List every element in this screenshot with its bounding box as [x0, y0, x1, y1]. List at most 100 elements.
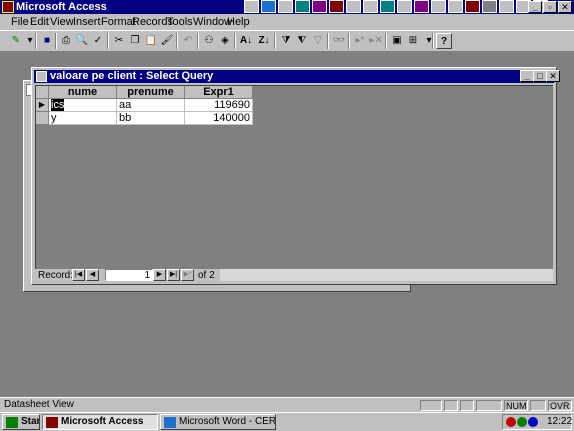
datasheet-table: nume prenume Expr1 ▶ ics aa 119690 y bb … — [36, 86, 253, 125]
cell-expr1[interactable]: 119690 — [184, 98, 253, 112]
current-record-selector[interactable]: ▶ — [36, 98, 49, 112]
first-record-button[interactable]: |◀ — [72, 269, 85, 281]
record-number-input[interactable]: 1 — [105, 269, 153, 281]
filter-by-selection-icon[interactable]: ⧩ — [278, 33, 294, 49]
shortcut-icon[interactable] — [244, 0, 259, 13]
word-shortcut-icon[interactable] — [261, 0, 276, 13]
menu-bar: File Edit View Insert Format Records Too… — [0, 14, 574, 30]
menu-tools[interactable]: Tools — [167, 16, 193, 28]
query-maximize-button[interactable]: □ — [533, 70, 547, 82]
apply-filter-icon[interactable]: ▽ — [310, 33, 326, 49]
web-toolbar-icon[interactable]: ◈ — [217, 33, 233, 49]
cell-prenume[interactable]: bb — [116, 111, 185, 125]
shortcut-icon[interactable] — [380, 0, 395, 13]
query-window[interactable]: valoare pe client : Select Query _ □ ✕ n… — [31, 67, 560, 285]
shortcut-icon[interactable] — [414, 0, 429, 13]
toolbar-separator — [234, 33, 236, 49]
shortcut-icon[interactable] — [397, 0, 412, 13]
tray-icon[interactable] — [528, 417, 538, 427]
start-button[interactable]: Start — [2, 414, 40, 430]
shortcut-icon[interactable] — [346, 0, 361, 13]
paste-icon[interactable]: 📋 — [143, 33, 159, 49]
toolbar-separator — [385, 33, 387, 49]
system-tray: 12:22 — [502, 414, 572, 430]
toolbar-separator — [35, 33, 37, 49]
save-icon[interactable]: ■ — [39, 33, 55, 49]
shortcut-icon[interactable] — [431, 0, 446, 13]
column-header-prenume[interactable]: prenume — [116, 86, 185, 99]
table-row[interactable]: y bb 140000 — [36, 111, 253, 125]
database-window-icon[interactable]: ▣ — [389, 33, 405, 49]
shortcut-icon[interactable] — [312, 0, 327, 13]
select-all-corner[interactable] — [36, 86, 49, 99]
insert-hyperlink-icon[interactable]: ⚇ — [201, 33, 217, 49]
toolbar-separator — [55, 33, 57, 49]
query-minimize-button[interactable]: _ — [520, 70, 534, 82]
new-object-dropdown-icon[interactable]: ▾ — [421, 33, 437, 49]
datasheet-grid[interactable]: nume prenume Expr1 ▶ ics aa 119690 y bb … — [35, 85, 553, 269]
table-row[interactable]: ▶ ics aa 119690 — [36, 98, 253, 112]
menu-file[interactable]: File — [11, 16, 29, 28]
tray-icon[interactable] — [517, 417, 527, 427]
new-record-button[interactable]: ▶* — [181, 269, 194, 281]
office-shortcut-bar — [244, 0, 550, 14]
cut-icon[interactable]: ✂ — [111, 33, 127, 49]
toolbar: ✎ ▾ ■ ⎙ 🔍 ✓ ✂ ❐ 📋 🖌 ↶ ⚇ ◈ A↓ Z↓ ⧩ ⧨ ▽ 👓 … — [0, 30, 574, 52]
shortcut-icon[interactable] — [363, 0, 378, 13]
menu-edit[interactable]: Edit — [30, 16, 49, 28]
total-records: 2 — [209, 270, 215, 281]
find-icon[interactable]: 👓 — [331, 33, 347, 49]
spelling-icon[interactable]: ✓ — [90, 33, 106, 49]
record-label: Record: — [38, 270, 74, 281]
copy-icon[interactable]: ❐ — [127, 33, 143, 49]
menu-insert[interactable]: Insert — [73, 16, 101, 28]
new-object-icon[interactable]: ⊞ — [405, 33, 421, 49]
sort-descending-icon[interactable]: Z↓ — [256, 33, 272, 49]
new-record-icon[interactable]: ▸* — [352, 33, 368, 49]
menu-view[interactable]: View — [50, 16, 74, 28]
record-count: of 2 — [198, 269, 215, 282]
help-icon[interactable]: ? — [436, 33, 452, 49]
shortcut-icon[interactable] — [465, 0, 480, 13]
cell-nume[interactable]: ics — [48, 98, 117, 112]
column-header-nume[interactable]: nume — [48, 86, 117, 99]
shortcut-icon[interactable] — [278, 0, 293, 13]
query-window-titlebar[interactable]: valoare pe client : Select Query _ □ ✕ — [34, 70, 560, 83]
taskbar-item-access[interactable]: Microsoft Access — [42, 414, 158, 430]
shortcut-icon[interactable] — [448, 0, 463, 13]
format-painter-icon[interactable]: 🖌 — [159, 33, 175, 49]
status-bar: Datasheet View NUM OVR — [0, 397, 574, 412]
access-app-icon[interactable] — [2, 1, 14, 13]
query-close-button[interactable]: ✕ — [546, 70, 560, 82]
cell-expr1[interactable]: 140000 — [184, 111, 253, 125]
query-icon[interactable] — [36, 71, 47, 82]
filter-by-form-icon[interactable]: ⧨ — [294, 33, 310, 49]
last-record-button[interactable]: ▶| — [167, 269, 180, 281]
shortcut-icon[interactable] — [499, 0, 514, 13]
shortcut-icon[interactable] — [482, 0, 497, 13]
menu-format[interactable]: Format — [101, 16, 136, 28]
next-record-button[interactable]: ▶ — [153, 269, 166, 281]
sort-ascending-icon[interactable]: A↓ — [238, 33, 254, 49]
access-shortcut-icon[interactable] — [329, 0, 344, 13]
previous-record-button[interactable]: ◀ — [86, 269, 99, 281]
column-header-expr1[interactable]: Expr1 — [184, 86, 253, 99]
print-preview-icon[interactable]: 🔍 — [74, 33, 90, 49]
delete-record-icon[interactable]: ▸✕ — [368, 33, 384, 49]
app-close-button[interactable]: ✕ — [558, 1, 572, 13]
toolbar-separator — [197, 33, 199, 49]
undo-icon[interactable]: ↶ — [180, 33, 196, 49]
tray-icon[interactable] — [506, 417, 516, 427]
status-panel — [530, 400, 546, 411]
menu-help[interactable]: Help — [227, 16, 250, 28]
record-navigator: Record: |◀ ◀ 1 ▶ ▶| ▶* of 2 — [35, 269, 553, 282]
taskbar-item-word[interactable]: Microsoft Word - CERERE... — [160, 414, 276, 430]
app-minimize-button[interactable]: _ — [528, 1, 542, 13]
print-icon[interactable]: ⎙ — [58, 33, 74, 49]
shortcut-icon[interactable] — [295, 0, 310, 13]
app-restore-button[interactable]: ▫ — [543, 1, 557, 13]
horizontal-scrollbar[interactable] — [220, 269, 553, 281]
record-selector[interactable] — [36, 111, 49, 125]
cell-nume[interactable]: y — [48, 111, 117, 125]
cell-prenume[interactable]: aa — [116, 98, 185, 112]
